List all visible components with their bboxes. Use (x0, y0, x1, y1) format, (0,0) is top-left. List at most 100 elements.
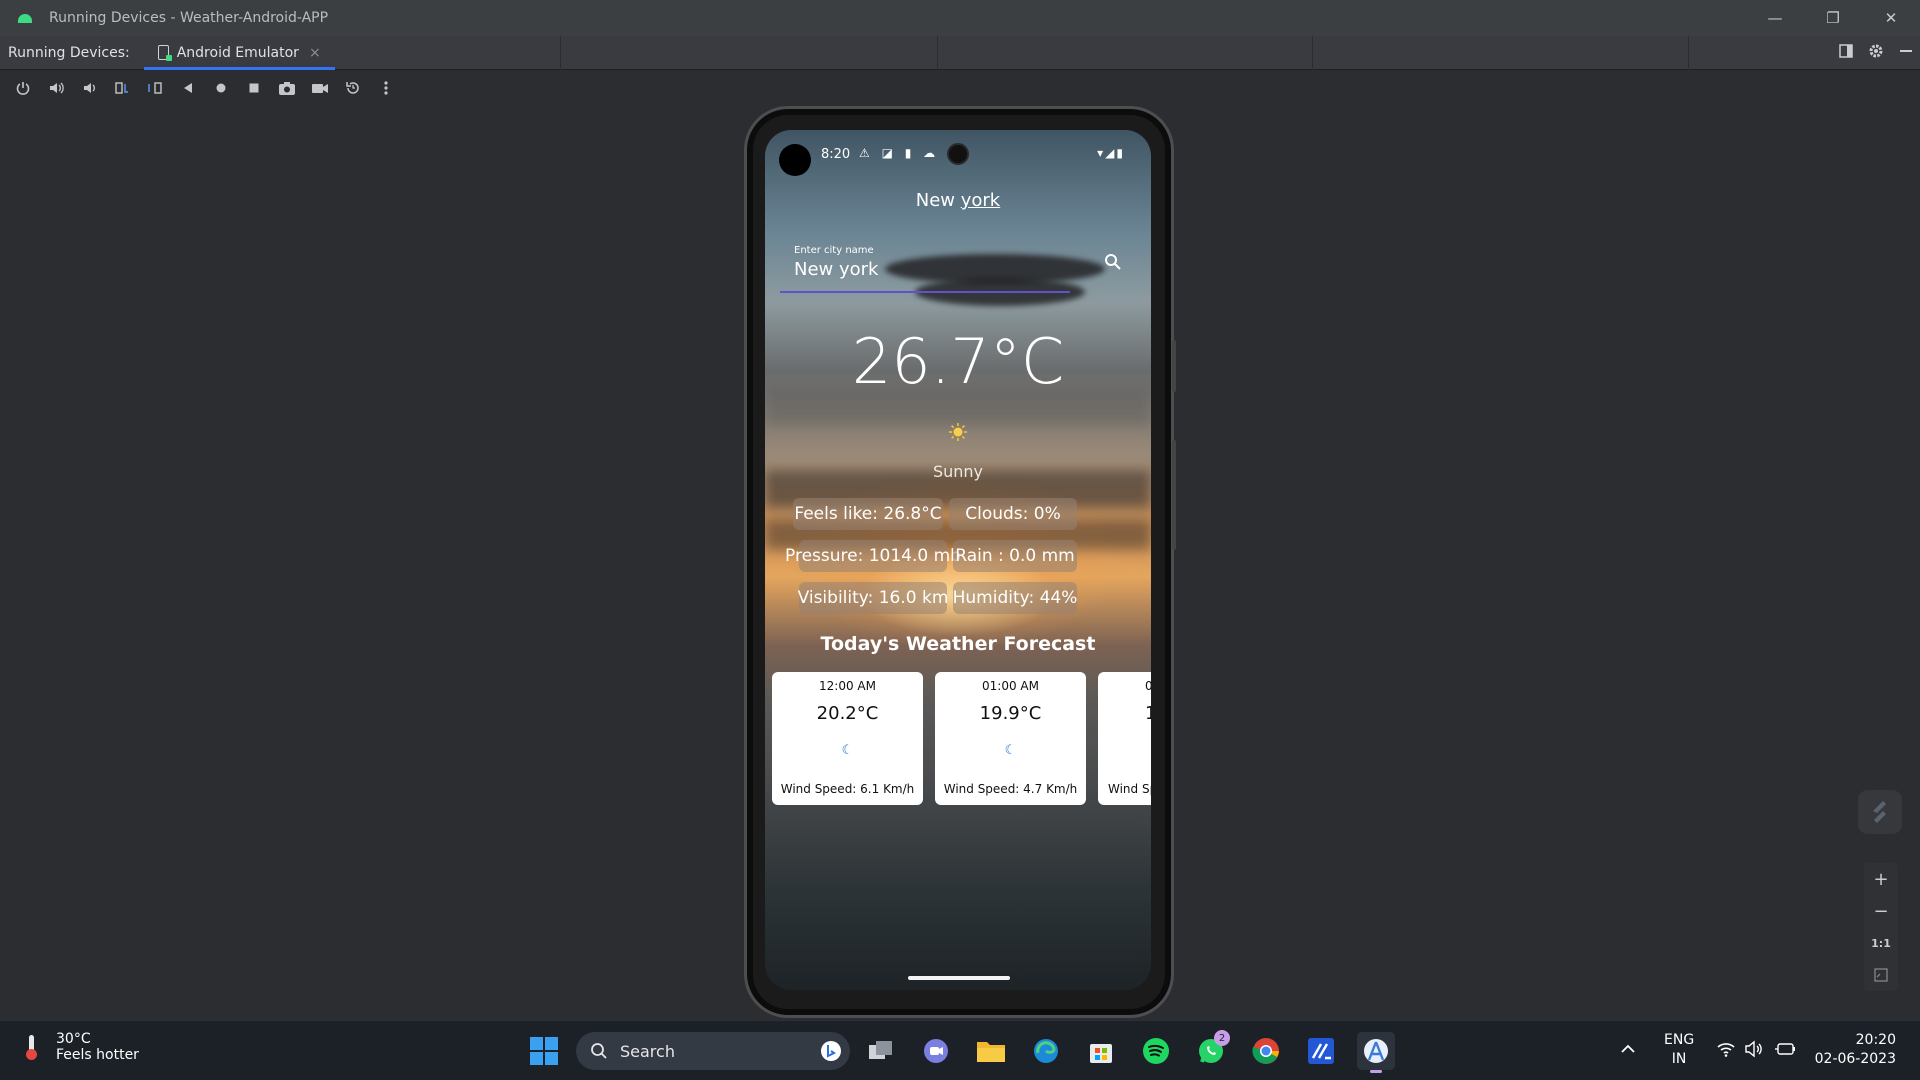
forecast-temp: 1 (1145, 703, 1151, 724)
taskbar-search[interactable]: Search (576, 1032, 850, 1070)
window-title: Running Devices - Weather-Android-APP (49, 10, 329, 26)
file-explorer-icon[interactable] (972, 1032, 1010, 1070)
minimize-button[interactable]: — (1746, 0, 1804, 36)
android-studio-taskbar-icon[interactable] (1357, 1032, 1395, 1073)
tab-label: Android Emulator (176, 44, 299, 61)
fit-screen-icon (1874, 968, 1888, 982)
city-input-underline (780, 291, 1070, 293)
language-indicator[interactable]: ENG IN (1664, 1031, 1694, 1069)
forecast-card[interactable]: 0 1 Wind Sp (1098, 672, 1151, 805)
forecast-time: 0 (1145, 679, 1151, 693)
whatsapp-badge: 2 (1214, 1030, 1230, 1046)
forecast-temp: 20.2°C (816, 703, 879, 724)
show-hidden-icons-icon[interactable] (1620, 1039, 1636, 1058)
bing-icon[interactable] (820, 1040, 842, 1062)
task-view-icon[interactable] (862, 1032, 900, 1070)
ms-store-icon[interactable] (1082, 1032, 1120, 1070)
back-icon[interactable] (171, 73, 204, 103)
moon-icon: ☾ (841, 743, 854, 758)
status-time: 8:20 (821, 147, 851, 162)
clock[interactable]: 20:20 02-06-2023 (1810, 1031, 1896, 1069)
tabbar-actions (1838, 36, 1914, 70)
windows-taskbar: 30°C Feels hotter Search 2 ENG IN 20:20 … (0, 1020, 1920, 1080)
weather-condition: Sunny (932, 462, 984, 481)
teams-chat-icon[interactable] (917, 1032, 955, 1070)
volume-down-icon[interactable] (72, 73, 105, 103)
battery-icon[interactable] (1774, 1041, 1796, 1061)
humidity-chip: Humidity: 44% (953, 582, 1077, 614)
dev-tool-icon[interactable] (1302, 1032, 1340, 1070)
window-controls: — ❐ ✕ (1746, 0, 1920, 36)
visibility-chip: Visibility: 16.0 km (798, 582, 948, 614)
windows-start-icon[interactable] (525, 1032, 563, 1070)
city-input-label: Enter city name (794, 245, 874, 256)
device-mirroring-button[interactable] (1858, 790, 1902, 834)
tab-close-icon[interactable]: × (309, 45, 321, 61)
zoom-actual-size-button[interactable]: 1:1 (1864, 927, 1898, 959)
zoom-in-button[interactable]: + (1864, 863, 1898, 895)
hide-panel-icon[interactable] (1898, 43, 1914, 63)
widget-description: Feels hotter (56, 1047, 139, 1063)
widget-temperature: 30°C (56, 1031, 91, 1047)
signal-battery-icons: ▾◢▮ (1097, 146, 1125, 160)
city-title: New york (765, 190, 1151, 211)
clock-date: 02-06-2023 (1814, 1051, 1896, 1067)
thermometer-icon (24, 1033, 40, 1061)
current-temperature: 26.7°C (851, 325, 1065, 398)
language-top: ENG (1664, 1032, 1695, 1048)
tab-divider (1312, 36, 1313, 70)
speaker-icon[interactable] (1744, 1040, 1764, 1062)
rotate-left-icon[interactable] (105, 73, 138, 103)
edge-browser-icon[interactable] (1027, 1032, 1065, 1070)
pressure-chip: Pressure: 1014.0 mb (785, 540, 961, 572)
volume-up-icon[interactable] (39, 73, 72, 103)
forecast-wind: Wind Speed: 4.7 Km/h (943, 782, 1078, 796)
feels-like-chip: Feels like: 26.8°C (793, 498, 943, 530)
forecast-card[interactable]: 01:00 AM 19.9°C ☾ Wind Speed: 4.7 Km/h (935, 672, 1086, 805)
clouds-chip: Clouds: 0% (949, 498, 1077, 530)
forecast-card[interactable]: 12:00 AM 20.2°C ☾ Wind Speed: 6.1 Km/h (772, 672, 923, 805)
forecast-title: Today's Weather Forecast (820, 633, 1096, 655)
settings-gear-icon[interactable] (1868, 43, 1884, 63)
more-icon[interactable] (369, 73, 402, 103)
gesture-home-bar[interactable] (908, 976, 1010, 980)
phone-power-button (1172, 340, 1176, 392)
chrome-icon[interactable] (1247, 1032, 1285, 1070)
wifi-icon[interactable] (1716, 1041, 1736, 1061)
forecast-wind: Wind Sp (1108, 782, 1151, 796)
zoom-fit-button[interactable] (1864, 959, 1898, 991)
tab-divider (560, 36, 561, 70)
emulator-toolbar (0, 71, 1920, 105)
overview-icon[interactable] (237, 73, 270, 103)
layout-icon[interactable] (1838, 43, 1854, 63)
whatsapp-icon[interactable]: 2 (1192, 1030, 1230, 1070)
zoom-out-button[interactable]: − (1864, 895, 1898, 927)
notification-icons: ⚠ ◪ ▮ ☁ (859, 146, 940, 160)
tab-divider (1688, 36, 1689, 70)
tab-divider (937, 36, 938, 70)
city-input[interactable]: New york (794, 259, 878, 280)
restore-button[interactable]: ❐ (1804, 0, 1862, 36)
weather-widget[interactable]: 30°C Feels hotter (24, 1031, 139, 1063)
clock-time: 20:20 (1855, 1032, 1896, 1048)
home-icon[interactable] (204, 73, 237, 103)
active-indicator (1370, 1070, 1382, 1073)
moon-icon: ☾ (1004, 743, 1017, 758)
forecast-time: 01:00 AM (982, 679, 1039, 693)
spotify-icon[interactable] (1137, 1032, 1175, 1070)
search-icon[interactable] (1104, 253, 1122, 271)
running-devices-tabbar: Running Devices: Android Emulator × (0, 36, 1920, 70)
front-camera (947, 143, 969, 165)
android-studio-icon (17, 12, 33, 24)
rotate-right-icon[interactable] (138, 73, 171, 103)
search-icon (590, 1042, 608, 1060)
power-icon[interactable] (6, 73, 39, 103)
forecast-wind: Wind Speed: 6.1 Km/h (780, 782, 915, 796)
screenshot-icon[interactable] (270, 73, 303, 103)
snapshot-icon[interactable] (336, 73, 369, 103)
tab-android-emulator[interactable]: Android Emulator × (140, 36, 335, 70)
screen-record-icon[interactable] (303, 73, 336, 103)
phone-volume-button (1172, 440, 1176, 550)
close-button[interactable]: ✕ (1862, 0, 1920, 36)
city-title-prefix: New (915, 190, 961, 211)
